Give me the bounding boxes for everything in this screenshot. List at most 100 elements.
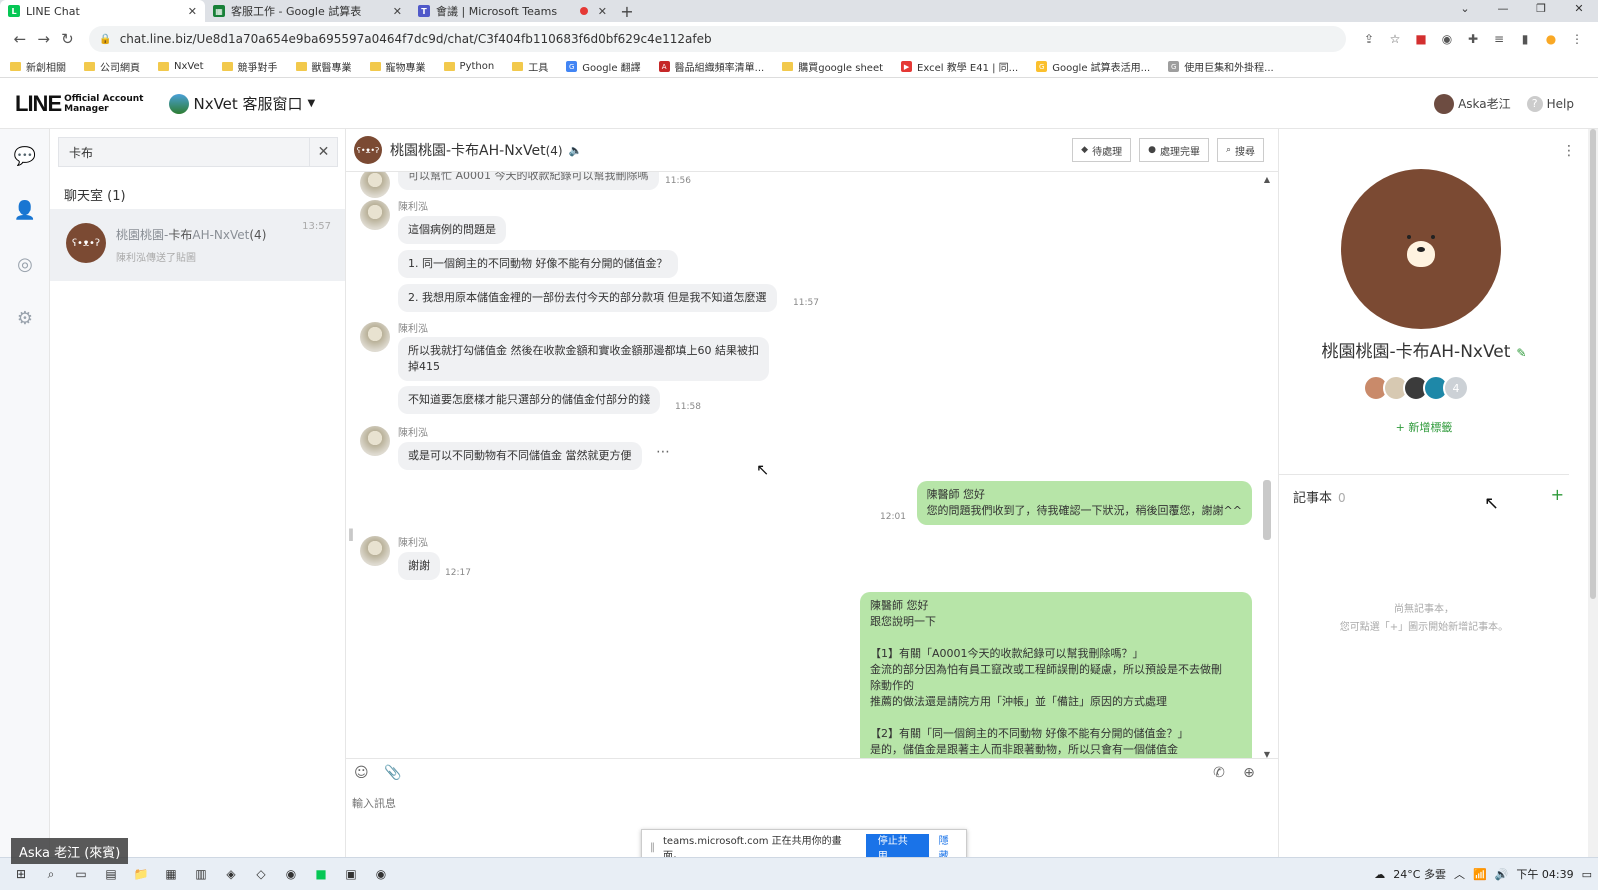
star-icon[interactable]: ☆ bbox=[1382, 32, 1408, 46]
tab-search-icon[interactable]: ⌄ bbox=[1446, 0, 1484, 22]
bookmark-item[interactable]: G 使用巨集和外掛程... bbox=[1168, 59, 1274, 74]
calculator-icon[interactable]: ▥ bbox=[186, 867, 216, 882]
user-name[interactable]: Aska老江 bbox=[1458, 95, 1511, 112]
app-icon[interactable]: ◇ bbox=[246, 867, 276, 882]
pending-button[interactable]: ◆ 待處理 bbox=[1072, 138, 1132, 162]
chat-list-item[interactable]: ʕ•ᴥ•ʔ 桃園桃園-卡布AH-NxVet(4) 陳利泓傳送了貼圖 13:57 bbox=[50, 209, 345, 281]
extension-circle-icon[interactable]: ◉ bbox=[1434, 32, 1460, 46]
bookmark-item[interactable]: 購買google sheet bbox=[782, 59, 883, 74]
bookmark-item[interactable]: 新創相關 bbox=[10, 59, 66, 74]
chat-avatar[interactable]: ʕ•ᴥ•ʔ bbox=[354, 136, 382, 164]
app-icon[interactable]: ▦ bbox=[156, 867, 186, 882]
media-icon[interactable]: ≡ bbox=[1486, 32, 1512, 46]
menu-icon[interactable]: ⋮ bbox=[1564, 32, 1590, 46]
address-toolbar: ← → ↻ 🔒 chat.line.biz/Ue8d1a70a654e9ba69… bbox=[0, 22, 1598, 56]
close-window-icon[interactable]: ✕ bbox=[1560, 0, 1598, 22]
forward-icon[interactable]: → bbox=[32, 30, 56, 48]
message-input[interactable] bbox=[352, 795, 1252, 825]
extension-red-icon[interactable]: ■ bbox=[1408, 32, 1434, 46]
logo-sub1: Official Account bbox=[64, 93, 144, 104]
search-button[interactable]: ⌕ 搜尋 bbox=[1216, 138, 1264, 162]
kebab-menu-icon[interactable]: ⋮ bbox=[1562, 143, 1576, 159]
member-avatars[interactable]: 4 bbox=[1363, 375, 1469, 401]
url-field[interactable]: 🔒 chat.line.biz/Ue8d1a70a654e9ba695597a0… bbox=[89, 26, 1347, 52]
bookmark-item[interactable]: 獸醫專業 bbox=[295, 59, 352, 74]
wifi-icon[interactable]: 📶 bbox=[1473, 868, 1487, 881]
bookmark-item[interactable]: NxVet bbox=[158, 61, 204, 72]
scroll-thumb[interactable] bbox=[1263, 480, 1271, 540]
chrome-icon[interactable]: ◉ bbox=[276, 867, 306, 882]
tab-line-chat[interactable]: L LINE Chat ✕ bbox=[0, 0, 205, 22]
clear-search-icon[interactable]: ✕ bbox=[309, 138, 337, 166]
bookmark-item[interactable]: 公司網頁 bbox=[84, 59, 140, 74]
tab-teams[interactable]: T 會議 | Microsoft Teams ✕ bbox=[410, 0, 615, 22]
bookmark-item[interactable]: Python bbox=[443, 61, 494, 72]
emoji-icon[interactable]: ☺ bbox=[354, 765, 384, 781]
broadcast-icon[interactable]: ◎ bbox=[0, 237, 50, 291]
explorer-icon[interactable]: ▤ bbox=[96, 867, 126, 882]
folder-icon[interactable]: 📁 bbox=[126, 867, 156, 882]
done-button[interactable]: ● 處理完畢 bbox=[1139, 138, 1209, 162]
folder-icon bbox=[512, 62, 524, 71]
user-avatar[interactable] bbox=[1434, 93, 1455, 114]
bookmark-item[interactable]: A 醫品組織頻率清單... bbox=[658, 59, 765, 74]
more-options-icon[interactable]: ⋯ bbox=[656, 444, 670, 460]
message-scrollbar[interactable]: ▲ ▼ bbox=[1262, 175, 1272, 759]
close-icon[interactable]: ✕ bbox=[188, 5, 197, 18]
call-icon[interactable]: ✆ bbox=[1204, 765, 1234, 781]
line-icon: L bbox=[8, 5, 20, 17]
chrome-icon[interactable]: ◉ bbox=[366, 867, 396, 882]
add-note-button[interactable]: + bbox=[1551, 485, 1564, 504]
bookmark-item[interactable]: G Google 試算表活用... bbox=[1036, 59, 1150, 74]
back-icon[interactable]: ← bbox=[8, 30, 32, 48]
close-icon[interactable]: ✕ bbox=[598, 5, 607, 18]
restore-icon[interactable]: ❐ bbox=[1522, 0, 1560, 22]
profile-scrollbar[interactable] bbox=[1588, 129, 1598, 857]
reload-icon[interactable]: ↻ bbox=[56, 30, 80, 48]
search-input[interactable] bbox=[59, 138, 309, 166]
account-switcher[interactable]: NxVet 客服窗口 ▼ bbox=[169, 93, 315, 114]
search-icon[interactable]: ⌕ bbox=[36, 867, 66, 882]
scroll-up-icon[interactable]: ▲ bbox=[1262, 175, 1272, 184]
weather-icon[interactable]: ☁ bbox=[1374, 868, 1385, 881]
speaker-icon[interactable]: 🔈 bbox=[569, 144, 583, 157]
add-tag-button[interactable]: + 新增標籤 bbox=[1279, 419, 1569, 435]
tray-chevron-icon[interactable]: ︿ bbox=[1454, 866, 1465, 882]
bookmark-label: 醫品組織頻率清單... bbox=[674, 63, 765, 74]
clock-text[interactable]: 下午 04:39 bbox=[1516, 866, 1573, 882]
volume-icon[interactable]: 🔊 bbox=[1495, 868, 1509, 881]
puzzle-icon[interactable]: ✚ bbox=[1460, 32, 1486, 46]
windows-start-icon[interactable]: ⊞ bbox=[6, 867, 36, 882]
close-icon[interactable]: ✕ bbox=[393, 5, 402, 18]
nav-rail: 💬 👤 ◎ ⚙ bbox=[0, 129, 50, 857]
weather-text[interactable]: 24°C 多雲 bbox=[1393, 866, 1446, 882]
help-link[interactable]: ? Help bbox=[1526, 95, 1574, 112]
bookmark-item[interactable]: 競爭對手 bbox=[221, 59, 278, 74]
bookmark-item[interactable]: G Google 翻譯 bbox=[566, 59, 641, 74]
settings-icon[interactable]: ⚙ bbox=[0, 291, 50, 345]
minimize-icon[interactable]: — bbox=[1484, 0, 1522, 22]
bookmark-item[interactable]: ▶ Excel 教學 E41 | 同... bbox=[901, 59, 1018, 74]
contacts-icon[interactable]: 👤 bbox=[0, 183, 50, 237]
line-oa-logo[interactable]: LINE Official Account Manager bbox=[15, 91, 143, 117]
bookmark-item[interactable]: 寵物專業 bbox=[369, 59, 426, 74]
drag-grip-icon[interactable]: ‖ bbox=[650, 842, 655, 853]
chat-icon[interactable]: 💬 bbox=[0, 129, 50, 183]
line-app-icon[interactable]: ■ bbox=[306, 867, 336, 882]
edit-pencil-icon[interactable]: ✎ bbox=[1516, 346, 1526, 360]
task-view-icon[interactable]: ▭ bbox=[66, 867, 96, 882]
notification-icon[interactable]: ▭ bbox=[1582, 868, 1592, 881]
resize-handle-icon[interactable]: ‖ bbox=[348, 527, 354, 541]
attachment-icon[interactable]: 📎 bbox=[384, 765, 414, 781]
tab-google-sheets[interactable]: ▦ 客服工作 - Google 試算表 ✕ bbox=[205, 0, 410, 22]
bookmark-item[interactable]: 工具 bbox=[512, 59, 548, 74]
sender-name: 陳利泓 bbox=[398, 428, 428, 439]
add-icon[interactable]: ⊕ bbox=[1234, 765, 1264, 781]
app-icon[interactable]: ◈ bbox=[216, 867, 246, 882]
app-icon[interactable]: ▣ bbox=[336, 867, 366, 882]
sidepanel-icon[interactable]: ▮ bbox=[1512, 32, 1538, 46]
share-icon[interactable]: ⇪ bbox=[1356, 32, 1382, 46]
profile-scroll-thumb[interactable] bbox=[1590, 129, 1596, 599]
profile-icon[interactable]: ● bbox=[1538, 32, 1564, 46]
new-tab-button[interactable]: + bbox=[615, 0, 639, 22]
